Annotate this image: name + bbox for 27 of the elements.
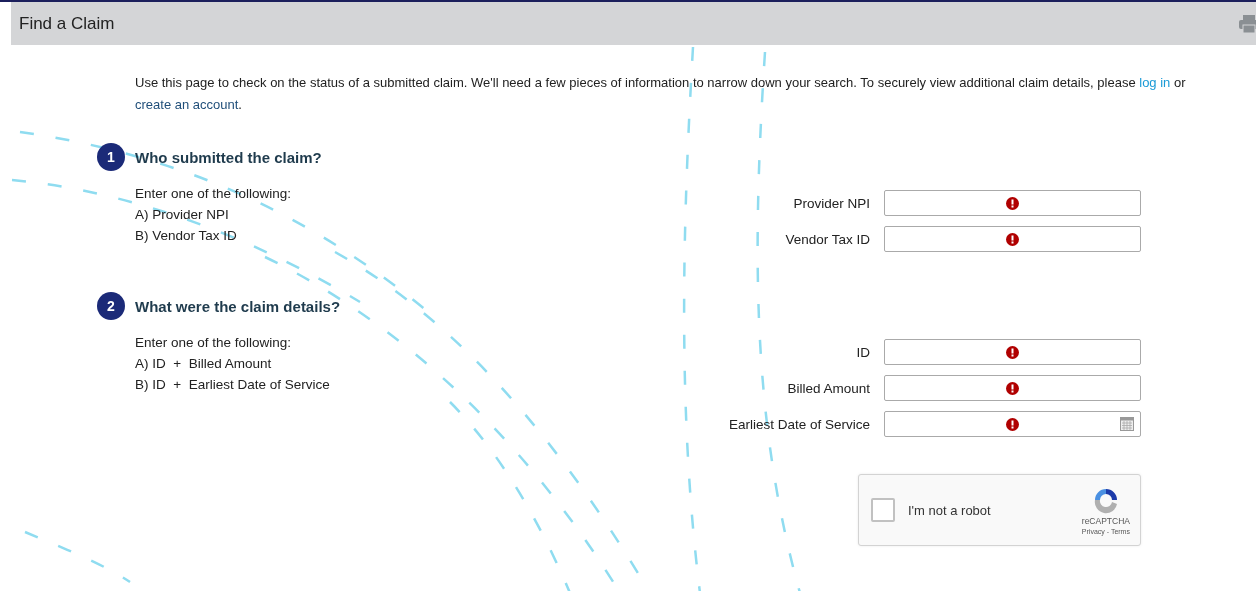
instruction-text: Enter one of the following: [135,185,293,203]
step-number: 1 [97,143,125,171]
printer-icon[interactable] [1238,13,1256,34]
step-title: What were the claim details? [135,297,341,315]
calendar-icon[interactable] [1120,417,1134,431]
field-label: Billed Amount [787,380,870,396]
instruction-text: B) ID + Earliest Date of Service [135,376,331,394]
field-label: Earliest Date of Service [728,416,870,432]
captcha-label: I'm not a robot [908,502,992,518]
instruction-text: Enter one of the following: [135,334,293,352]
field-label: ID [856,344,870,360]
input-field[interactable] [884,411,1141,437]
page-title: Find a Claim [19,13,115,34]
instruction-text: A) Provider NPI [135,206,230,224]
input-field[interactable] [884,190,1141,216]
field-label: Vendor Tax ID [785,231,870,247]
intro-text: Use this page to check on the status of a submitted claim. We'll need a few pieces of information to narrow down your search. To securely view additional claim details, please log in or create an account. [135,74,1187,114]
step-number: 2 [97,292,125,320]
input-field[interactable] [884,339,1141,365]
input-field[interactable] [884,375,1141,401]
input-field[interactable] [884,226,1141,252]
field-label: Provider NPI [793,195,870,211]
instruction-text: A) ID + Billed Amount [135,355,273,373]
captcha-checkbox[interactable] [871,498,895,522]
instruction-text: B) Vendor Tax ID [135,227,238,245]
step-title: Who submitted the claim? [135,148,322,166]
captcha-brand: reCAPTCHA [1081,515,1130,526]
